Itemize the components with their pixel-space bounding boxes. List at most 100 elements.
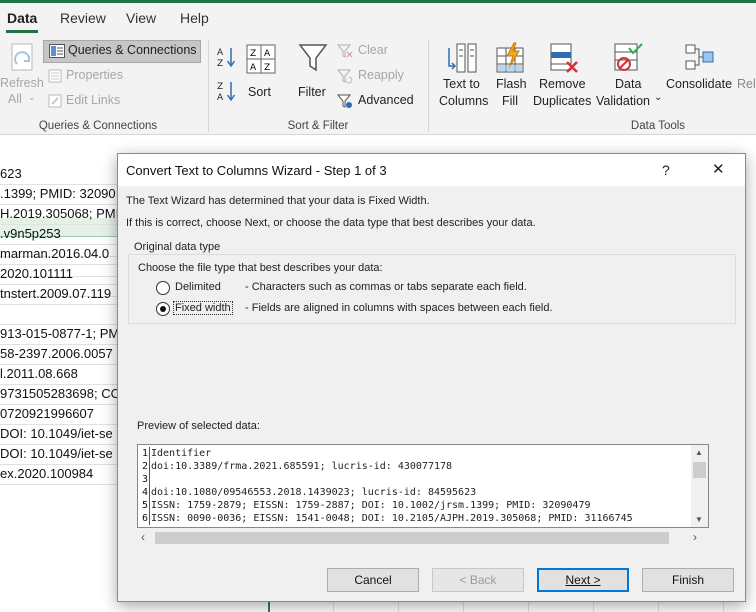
filter-button[interactable]: Filter xyxy=(296,42,332,102)
row-gridline xyxy=(0,384,118,385)
remove-duplicates-button[interactable]: Remove Duplicates xyxy=(532,42,596,114)
radio-delimited[interactable]: Delimited xyxy=(156,280,236,296)
sheet-cell[interactable]: .1399; PMID: 32090 xyxy=(0,186,118,201)
clear-filter-button[interactable]: Clear xyxy=(337,42,407,60)
radio-delimited-label: Delimited xyxy=(175,281,221,293)
radio-fixed-width-label: Fixed width xyxy=(173,301,233,315)
svg-text:A: A xyxy=(250,63,257,73)
sort-z-to-a-button[interactable]: Z A xyxy=(216,80,238,103)
svg-text:Z: Z xyxy=(217,59,223,68)
text-to-columns-label-2: Columns xyxy=(439,94,489,108)
dialog-titlebar[interactable]: Convert Text to Columns Wizard - Step 1 … xyxy=(118,154,745,186)
row-gridline xyxy=(0,364,118,365)
flash-fill-button[interactable]: Flash Fill xyxy=(493,42,529,114)
data-preview-box[interactable]: 1 Identifier 2 doi:10.3389/frma.2021.68559… xyxy=(137,444,709,528)
horizontal-scroll-thumb[interactable] xyxy=(155,532,669,544)
text-to-columns-icon xyxy=(448,43,477,73)
svg-text:A: A xyxy=(217,93,224,102)
sheet-cell[interactable]: .v9n5p253 xyxy=(0,226,118,241)
svg-text:A: A xyxy=(217,48,224,58)
back-button[interactable]: < Back xyxy=(432,568,524,592)
radio-fixed-width[interactable]: Fixed width xyxy=(156,301,236,317)
remove-duplicates-label-1: Remove xyxy=(539,77,586,91)
preview-row-text: doi:10.1080/09546553.2018.1439023; lucri… xyxy=(151,487,477,498)
finish-button[interactable]: Finish xyxy=(642,568,734,592)
data-validation-button[interactable]: Data Validation ⌄ xyxy=(596,42,666,114)
queries-connections-button[interactable]: Queries & Connections xyxy=(43,40,201,63)
preview-row-number: 5 xyxy=(138,499,150,512)
refresh-all-button[interactable]: Refresh All ⌄ xyxy=(0,42,44,106)
choose-file-type-label: Choose the file type that best describes… xyxy=(138,262,383,274)
title-accent-bar xyxy=(0,0,756,3)
next-button[interactable]: Next > xyxy=(537,568,629,592)
sheet-cell[interactable]: l.2011.08.668 xyxy=(0,366,118,381)
sort-a-to-z-button[interactable]: A Z xyxy=(216,46,238,69)
advanced-filter-button[interactable]: Advanced xyxy=(337,92,417,110)
row-gridline xyxy=(0,244,118,245)
filter-label: Filter xyxy=(298,85,326,99)
reapply-button[interactable]: Reapply xyxy=(337,67,417,85)
scroll-left-icon[interactable]: ‹ xyxy=(141,530,145,544)
tab-help[interactable]: Help xyxy=(180,10,209,26)
sheet-cell[interactable]: 2020.101111 xyxy=(0,266,118,281)
cancel-button[interactable]: Cancel xyxy=(327,568,419,592)
sheet-cell[interactable]: tnstert.2009.07.119 xyxy=(0,286,118,301)
preview-row: 4 doi:10.1080/09546553.2018.1439023; lucr… xyxy=(138,486,476,499)
sheet-cell[interactable]: 913-015-0877-1; PM xyxy=(0,326,118,341)
preview-row-number: 4 xyxy=(138,486,150,499)
edit-links-button[interactable]: Edit Links xyxy=(46,92,176,110)
edit-links-label: Edit Links xyxy=(66,93,121,107)
svg-text:Z: Z xyxy=(217,82,223,92)
radio-fixed-width-circle[interactable] xyxy=(156,302,170,316)
tab-review[interactable]: Review xyxy=(60,10,106,26)
sheet-cell[interactable]: ex.2020.100984 xyxy=(0,466,118,481)
refresh-label: Refresh xyxy=(0,76,44,90)
preview-row-text: ISSN: 1759-2879; EISSN: 1759-2887; DOI: … xyxy=(151,500,591,511)
properties-icon xyxy=(48,69,62,83)
flash-fill-label-1: Flash xyxy=(496,77,527,91)
properties-button[interactable]: Properties xyxy=(46,67,176,85)
row-gridline xyxy=(0,424,118,425)
preview-row: 3 xyxy=(138,473,151,486)
text-to-columns-button[interactable]: Text to Columns xyxy=(436,42,488,114)
queries-connections-label: Queries & Connections xyxy=(68,43,197,57)
sort-button[interactable]: Z A A Z Sort xyxy=(245,42,277,102)
vertical-scrollbar[interactable]: ▲ ▼ xyxy=(691,445,708,527)
preview-row-text: doi:10.3389/frma.2021.685591; lucris-id:… xyxy=(151,461,453,472)
scroll-up-icon[interactable]: ▲ xyxy=(695,448,703,457)
sheet-cell[interactable]: 0720921996607 xyxy=(0,406,118,421)
tab-data[interactable]: Data xyxy=(7,10,37,26)
remove-duplicates-icon xyxy=(550,43,578,73)
sheet-cell[interactable]: 58-2397.2006.0057 xyxy=(0,346,118,361)
close-icon[interactable]: ✕ xyxy=(712,160,725,178)
tab-view[interactable]: View xyxy=(126,10,156,26)
preview-label: Preview of selected data: xyxy=(137,420,260,432)
delimited-description: - Characters such as commas or tabs sepa… xyxy=(245,281,527,293)
sheet-cell[interactable]: H.2019.305068; PMI xyxy=(0,206,118,221)
flash-fill-label-2: Fill xyxy=(502,94,518,108)
sheet-cell[interactable]: DOI: 10.1049/iet-se xyxy=(0,446,118,461)
sort-descending-icon: Z A xyxy=(217,82,236,103)
dialog-title: Convert Text to Columns Wizard - Step 1 … xyxy=(126,163,387,178)
preview-row-number: 3 xyxy=(138,473,150,486)
svg-text:Z: Z xyxy=(250,49,256,59)
sheet-cell[interactable]: marman.2016.04.0 xyxy=(0,246,118,261)
consolidate-icon xyxy=(685,44,714,70)
consolidate-button[interactable]: Consolidate xyxy=(666,42,736,92)
relationships-label-partial[interactable]: Rela xyxy=(737,76,756,92)
text-to-columns-wizard-dialog[interactable]: Convert Text to Columns Wizard - Step 1 … xyxy=(117,153,746,602)
row-gridline xyxy=(0,444,118,445)
sheet-cell[interactable]: 623 xyxy=(0,166,118,181)
horizontal-scrollbar[interactable]: ‹ › xyxy=(137,529,707,546)
sheet-cell[interactable]: DOI: 10.1049/iet-se xyxy=(0,426,118,441)
vertical-scroll-thumb[interactable] xyxy=(693,462,706,478)
svg-text:Z: Z xyxy=(264,63,270,73)
scroll-down-icon[interactable]: ▼ xyxy=(695,515,703,524)
advanced-label: Advanced xyxy=(358,93,414,107)
help-button[interactable]: ? xyxy=(662,162,670,178)
preview-row: 6 ISSN: 0090-0036; EISSN: 1541-0048; DOI:… xyxy=(138,512,633,525)
radio-delimited-circle[interactable] xyxy=(156,281,170,295)
scroll-right-icon[interactable]: › xyxy=(693,530,697,544)
sheet-cell[interactable]: 9731505283698; CO xyxy=(0,386,118,401)
ribbon: Refresh All ⌄ Queries & Connections Prop… xyxy=(0,34,756,135)
